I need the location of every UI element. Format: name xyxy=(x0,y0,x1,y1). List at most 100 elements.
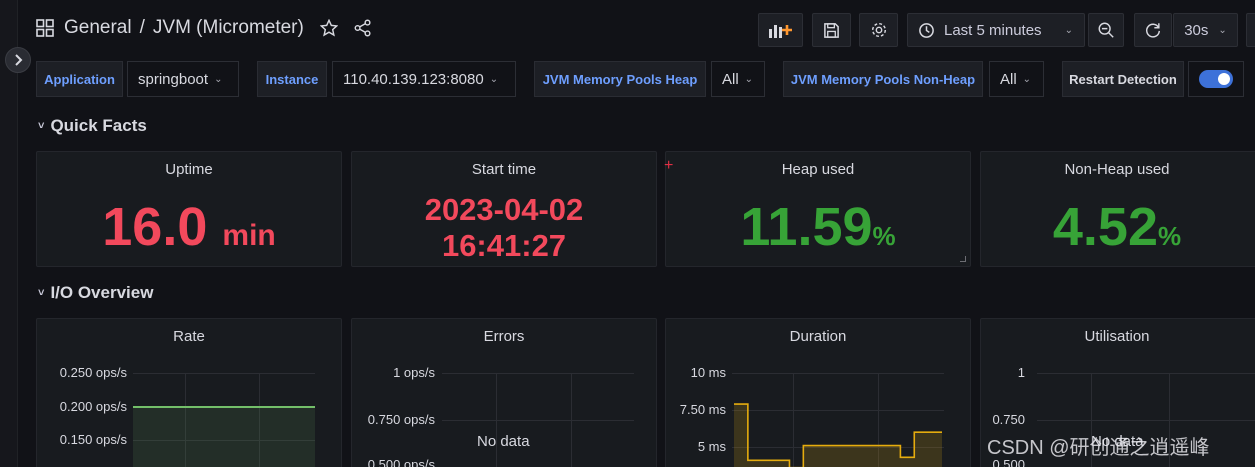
tv-mode-button[interactable] xyxy=(1246,13,1255,47)
zoom-out-button[interactable] xyxy=(1088,13,1124,47)
zoom-out-icon xyxy=(1098,22,1114,38)
chevron-down-icon: ⌄ xyxy=(1064,24,1073,36)
watermark-text: CSDN @研创通之逍遥峰 xyxy=(987,437,1210,459)
variable-select-heap-pools[interactable]: All ⌄ xyxy=(711,61,765,97)
share-icon[interactable] xyxy=(354,19,372,37)
refresh-icon xyxy=(1146,23,1161,38)
dashboard-settings-button[interactable] xyxy=(859,13,898,47)
row-title-quick-facts: Quick Facts xyxy=(50,116,147,135)
panel-title-utilisation: Utilisation xyxy=(1084,328,1150,345)
grid-line xyxy=(133,373,315,374)
dashboard-title[interactable]: JVM (Micrometer) xyxy=(153,17,304,39)
clock-icon xyxy=(919,22,934,38)
y-tick-label: 0.750 ops/s xyxy=(367,412,435,427)
panel-errors[interactable]: Errors 1 ops/s 0.750 ops/s 0.500 ops/s N… xyxy=(351,318,657,467)
panel-heap-used[interactable]: Heap used 11.59% xyxy=(665,151,971,267)
crosshair-cursor-icon: + xyxy=(664,157,674,174)
chevron-down-icon: ⌄ xyxy=(1218,24,1227,36)
variable-label-instance: Instance xyxy=(257,61,327,97)
refresh-interval-label: 30s xyxy=(1184,21,1209,39)
chevron-down-icon: ⌄ xyxy=(744,73,754,85)
variable-label-heap-pools: JVM Memory Pools Heap xyxy=(534,61,706,97)
save-icon xyxy=(824,22,839,38)
stat-value-start-time: 2023-04-02 16:41:27 xyxy=(352,192,656,264)
start-clock: 16:41:27 xyxy=(441,228,567,263)
heap-used-value: 11.59 xyxy=(740,197,873,257)
variable-value-nonheap-pools: All xyxy=(1000,70,1017,88)
chevron-right-icon xyxy=(15,54,23,66)
variable-label-application: Application xyxy=(36,61,123,97)
expand-menu-button[interactable] xyxy=(5,47,31,73)
panel-title-errors: Errors xyxy=(483,328,525,345)
row-header-io-overview[interactable]: ˅ I/O Overview xyxy=(38,283,153,303)
chevron-down-icon: ˅ xyxy=(38,120,45,132)
stat-value-uptime: 16.0 min xyxy=(37,196,341,258)
grid-line xyxy=(442,420,634,421)
dashboards-grid-icon xyxy=(36,19,54,37)
row-title-io-overview: I/O Overview xyxy=(50,283,154,302)
toggle-knob xyxy=(1218,73,1230,85)
y-tick-label: 10 ms xyxy=(690,365,726,380)
save-dashboard-button[interactable] xyxy=(812,13,851,47)
dashboard-navbar: General / JVM (Micrometer) Last 5 minute… xyxy=(36,13,1255,47)
variable-value-application: springboot xyxy=(138,70,209,88)
rate-series-fill xyxy=(133,406,315,467)
y-tick-label: 5 ms xyxy=(697,439,726,454)
stat-value-nonheap-used: 4.52% xyxy=(981,196,1253,258)
chevron-down-icon: ˅ xyxy=(38,287,45,299)
uptime-unit: min xyxy=(222,219,276,252)
panel-resize-handle[interactable] xyxy=(960,256,966,262)
panel-duration[interactable]: Duration 10 ms 7.50 ms 5 ms xyxy=(665,318,971,467)
nonheap-used-value: 4.52 xyxy=(1052,197,1158,257)
grid-line xyxy=(571,373,572,467)
time-range-picker[interactable]: Last 5 minutes ⌄ xyxy=(907,13,1085,47)
panel-title-uptime: Uptime xyxy=(165,161,213,178)
panel-nonheap-used[interactable]: Non-Heap used 4.52% xyxy=(980,151,1255,267)
variable-label-restart-detection: Restart Detection xyxy=(1062,61,1184,97)
panel-title-nonheap-used: Non-Heap used xyxy=(1064,161,1170,178)
panel-rate[interactable]: Rate 0.250 ops/s 0.200 ops/s 0.150 ops/s xyxy=(36,318,342,467)
toggle-track xyxy=(1199,70,1233,88)
panel-uptime[interactable]: Uptime 16.0 min xyxy=(36,151,342,267)
refresh-button[interactable] xyxy=(1134,13,1172,47)
y-tick-label: 0.250 ops/s xyxy=(59,365,127,380)
panel-title-heap-used: Heap used xyxy=(781,161,855,178)
star-icon[interactable] xyxy=(319,19,338,37)
restart-detection-toggle[interactable] xyxy=(1188,61,1244,97)
chevron-down-icon: ⌄ xyxy=(214,73,223,85)
grid-line xyxy=(1037,420,1255,421)
time-range-label: Last 5 minutes xyxy=(944,21,1042,39)
y-tick-label: 1 ops/s xyxy=(393,365,435,380)
grid-line xyxy=(1037,373,1255,374)
variable-value-instance: 110.40.139.123:8080 xyxy=(343,70,484,88)
nonheap-used-unit: % xyxy=(1157,221,1182,251)
y-tick-label: 0.500 ops/s xyxy=(367,457,435,467)
gear-icon xyxy=(871,22,886,38)
grid-line xyxy=(442,373,634,374)
y-tick-label: 0.150 ops/s xyxy=(59,432,127,447)
breadcrumb-folder[interactable]: General xyxy=(64,17,132,39)
variable-label-nonheap-pools: JVM Memory Pools Non-Heap xyxy=(783,61,983,97)
breadcrumb-separator: / xyxy=(139,17,145,38)
panel-title-duration: Duration xyxy=(789,328,847,345)
variable-select-nonheap-pools[interactable]: All ⌄ xyxy=(989,61,1044,97)
y-tick-label: 0.200 ops/s xyxy=(59,399,127,414)
row-header-quick-facts[interactable]: ˅ Quick Facts xyxy=(38,116,147,136)
add-panel-icon xyxy=(768,25,792,38)
panel-title-start-time: Start time xyxy=(471,161,537,178)
y-tick-label: 0.750 xyxy=(992,412,1025,427)
variable-select-application[interactable]: springboot ⌄ xyxy=(127,61,239,97)
panel-start-time[interactable]: Start time 2023-04-02 16:41:27 xyxy=(351,151,657,267)
y-tick-label: 7.50 ms xyxy=(679,402,726,417)
breadcrumb: General / JVM (Micrometer) xyxy=(36,17,372,39)
grid-line xyxy=(496,373,497,467)
add-panel-button[interactable] xyxy=(758,13,803,47)
duration-series xyxy=(734,403,942,467)
heap-used-unit: % xyxy=(872,221,896,251)
variable-select-instance[interactable]: 110.40.139.123:8080 ⌄ xyxy=(332,61,516,97)
y-tick-label: 1 xyxy=(1017,365,1025,380)
refresh-interval-picker[interactable]: 30s ⌄ xyxy=(1173,13,1238,47)
stat-value-heap-used: 11.59% xyxy=(666,196,970,258)
uptime-value: 16.0 xyxy=(102,197,208,257)
chevron-down-icon: ⌄ xyxy=(1022,73,1032,85)
